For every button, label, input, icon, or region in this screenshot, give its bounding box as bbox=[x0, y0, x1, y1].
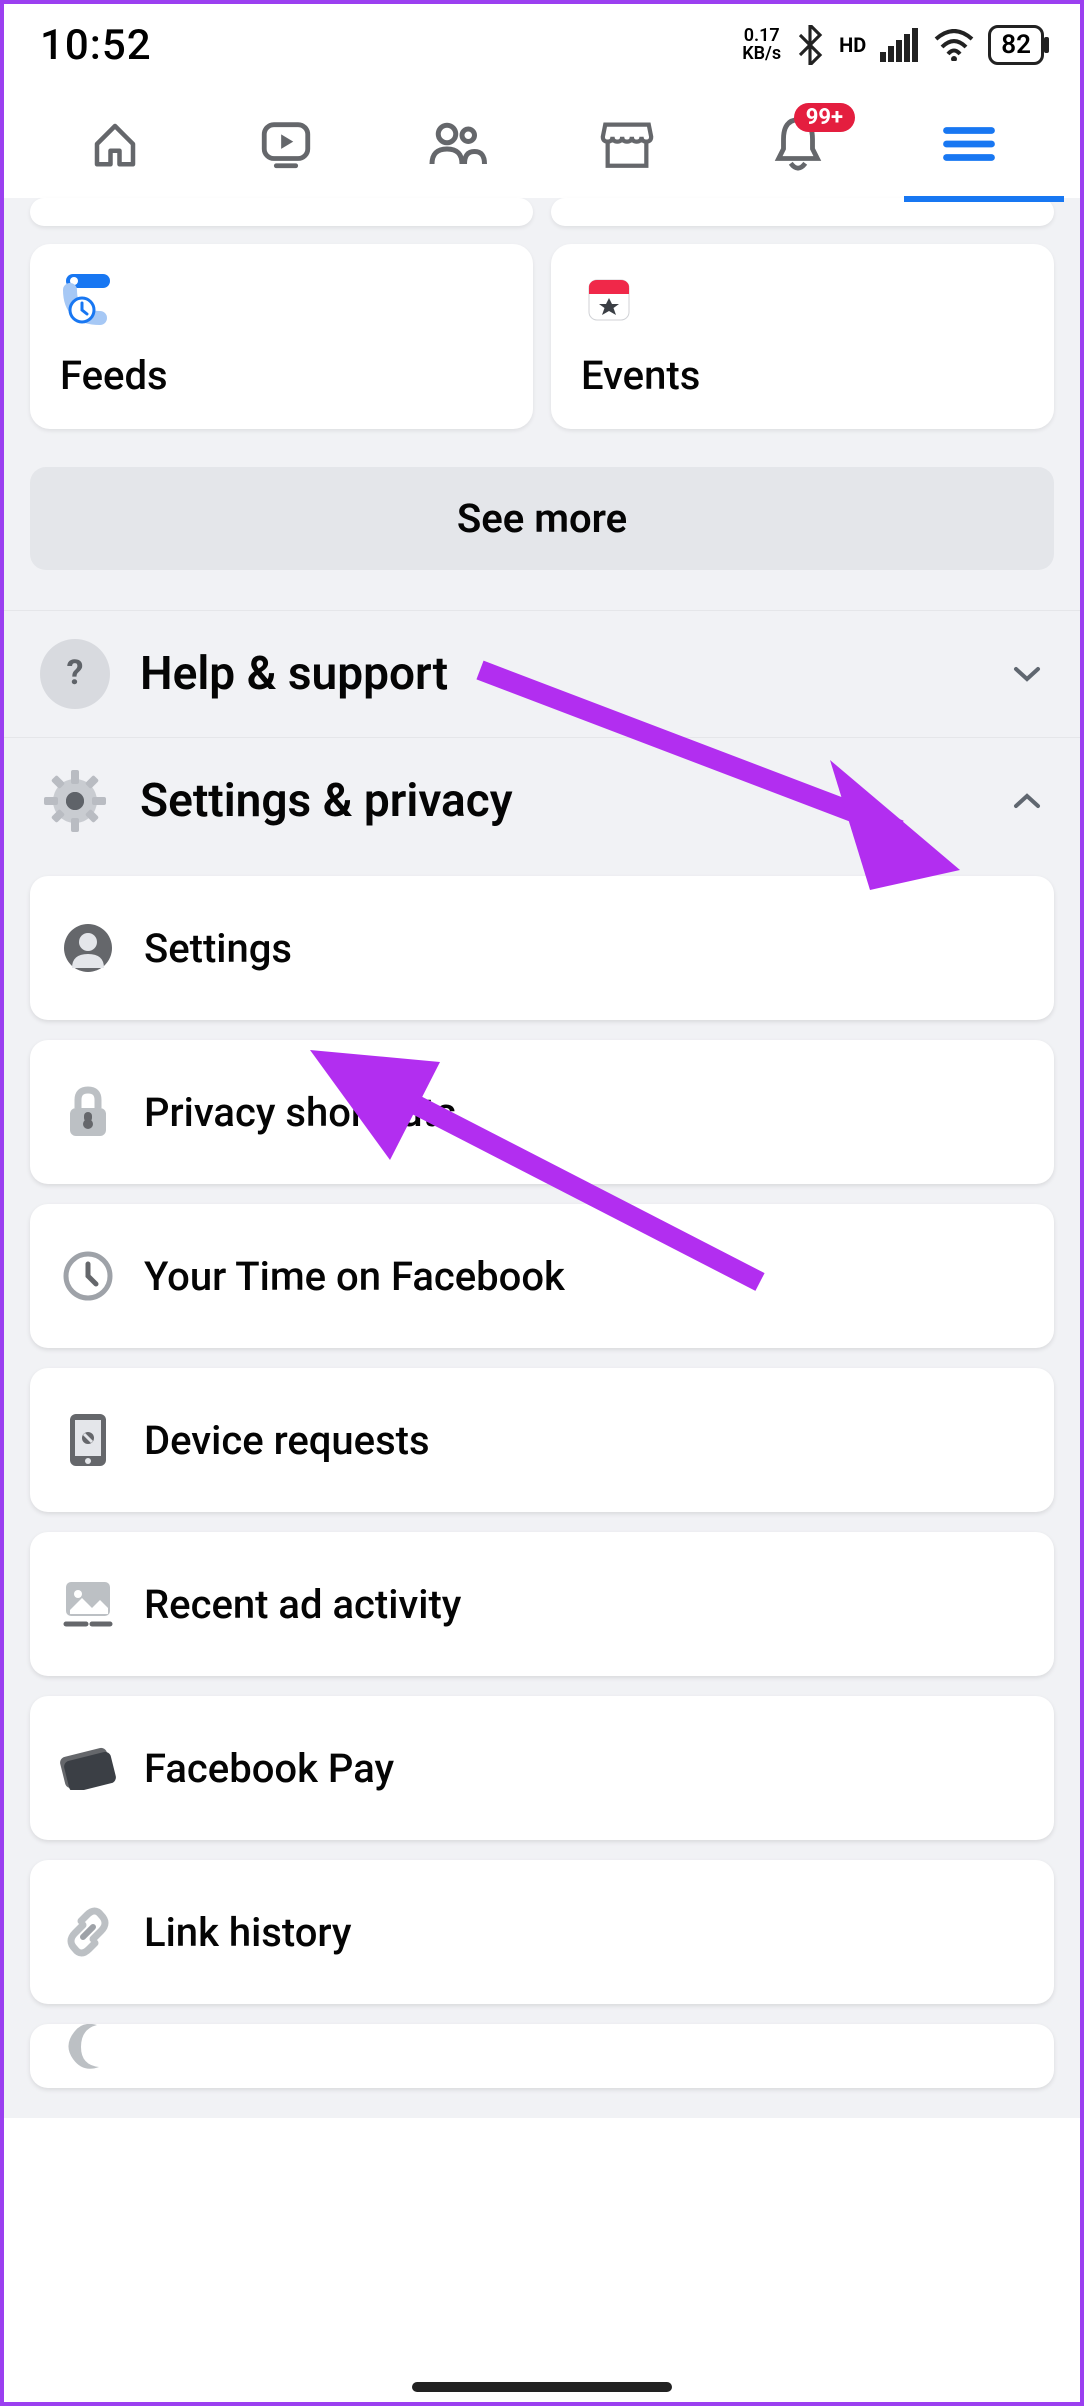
settings-list: Settings Privacy shortcuts Your Time on … bbox=[0, 864, 1084, 2118]
setting-label: Device requests bbox=[144, 1417, 430, 1464]
tab-active-underline bbox=[904, 196, 1064, 202]
bluetooth-icon bbox=[795, 25, 825, 65]
hd-icon: HD bbox=[839, 33, 866, 57]
setting-your-time[interactable]: Your Time on Facebook bbox=[30, 1204, 1054, 1348]
setting-recent-ad[interactable]: Recent ad activity bbox=[30, 1532, 1054, 1676]
ad-image-icon bbox=[60, 1576, 116, 1632]
gear-icon bbox=[40, 766, 110, 836]
section-title: Settings & privacy bbox=[140, 774, 980, 828]
tab-home[interactable] bbox=[80, 109, 150, 179]
chevron-up-icon bbox=[1010, 784, 1044, 818]
shortcut-card-partial[interactable] bbox=[551, 198, 1054, 226]
svg-text:?: ? bbox=[67, 654, 84, 693]
moon-icon bbox=[60, 2024, 116, 2072]
setting-label: Settings bbox=[144, 925, 292, 972]
top-nav: 99+ bbox=[0, 90, 1084, 198]
shortcut-label: Feeds bbox=[60, 352, 503, 399]
section-title: Help & support bbox=[140, 647, 980, 701]
tab-watch[interactable] bbox=[251, 109, 321, 179]
tab-marketplace[interactable] bbox=[592, 109, 662, 179]
card-icon bbox=[60, 1740, 116, 1796]
link-icon bbox=[60, 1904, 116, 1960]
events-icon bbox=[581, 270, 637, 326]
device-icon bbox=[60, 1412, 116, 1468]
status-bar: 10:52 0.17 KB/s HD 82 bbox=[0, 0, 1084, 90]
setting-label: Privacy shortcuts bbox=[144, 1089, 456, 1136]
content-area: Feeds Events See more ? Help & support S… bbox=[0, 198, 1084, 2118]
home-indicator bbox=[412, 2382, 672, 2392]
status-right: 0.17 KB/s HD 82 bbox=[742, 25, 1044, 65]
signal-icon bbox=[880, 28, 920, 62]
setting-label: Facebook Pay bbox=[144, 1745, 394, 1792]
battery-indicator: 82 bbox=[988, 25, 1044, 65]
setting-privacy-shortcuts[interactable]: Privacy shortcuts bbox=[30, 1040, 1054, 1184]
shortcut-card-partial[interactable] bbox=[30, 198, 533, 226]
setting-label: Link history bbox=[144, 1909, 352, 1956]
setting-label: Your Time on Facebook bbox=[144, 1253, 565, 1300]
setting-item-partial[interactable] bbox=[30, 2024, 1054, 2088]
section-settings-privacy[interactable]: Settings & privacy bbox=[0, 737, 1084, 864]
see-more-button[interactable]: See more bbox=[30, 467, 1054, 570]
section-help-support[interactable]: ? Help & support bbox=[0, 610, 1084, 737]
shortcut-label: Events bbox=[581, 352, 1024, 399]
setting-device-requests[interactable]: Device requests bbox=[30, 1368, 1054, 1512]
shortcut-feeds[interactable]: Feeds bbox=[30, 244, 533, 429]
tab-menu[interactable] bbox=[934, 109, 1004, 179]
chevron-down-icon bbox=[1010, 657, 1044, 691]
help-icon: ? bbox=[40, 639, 110, 709]
network-speed: 0.17 KB/s bbox=[742, 27, 781, 63]
tab-friends[interactable] bbox=[422, 109, 492, 179]
wifi-icon bbox=[934, 29, 974, 61]
setting-label: Recent ad activity bbox=[144, 1581, 461, 1628]
lock-icon bbox=[60, 1084, 116, 1140]
shortcut-events[interactable]: Events bbox=[551, 244, 1054, 429]
clock-icon bbox=[60, 1248, 116, 1304]
setting-link-history[interactable]: Link history bbox=[30, 1860, 1054, 2004]
feeds-icon bbox=[60, 270, 116, 326]
setting-settings[interactable]: Settings bbox=[30, 876, 1054, 1020]
status-time: 10:52 bbox=[40, 21, 152, 70]
notification-badge: 99+ bbox=[794, 103, 855, 132]
setting-facebook-pay[interactable]: Facebook Pay bbox=[30, 1696, 1054, 1840]
tab-notifications[interactable]: 99+ bbox=[763, 109, 833, 179]
person-gear-icon bbox=[60, 920, 116, 976]
